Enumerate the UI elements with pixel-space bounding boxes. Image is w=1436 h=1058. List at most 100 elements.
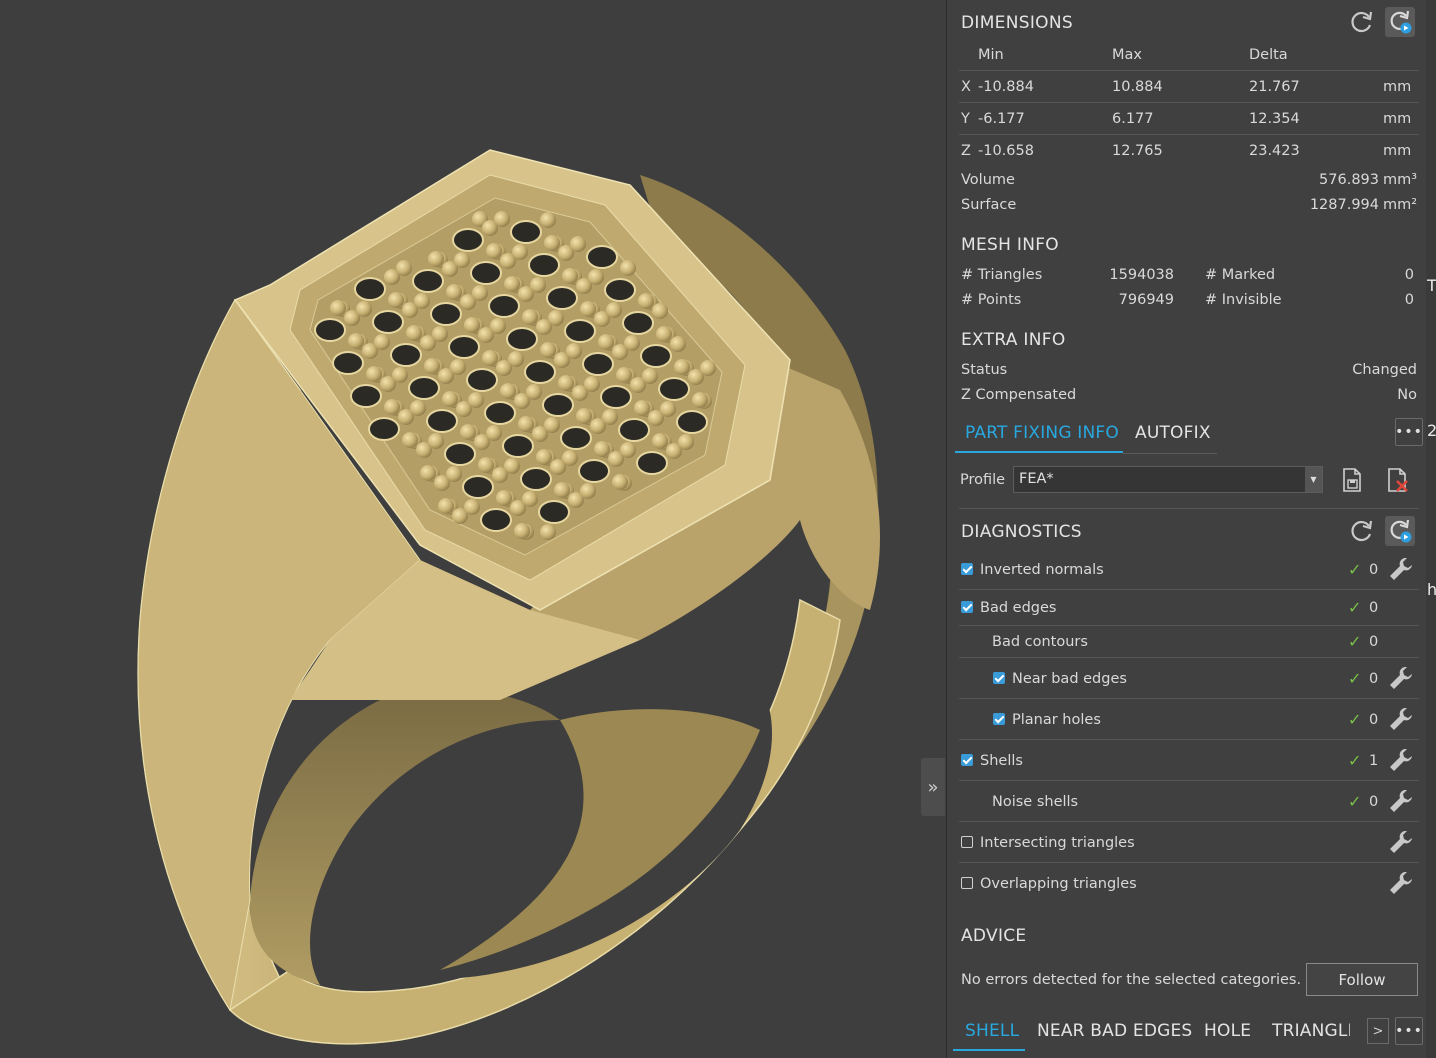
collapse-panel-button[interactable]: » xyxy=(921,758,945,816)
wrench-icon[interactable] xyxy=(1388,788,1414,814)
follow-button[interactable]: Follow xyxy=(1306,963,1418,996)
diag-label: Noise shells xyxy=(992,794,1079,810)
face-hole xyxy=(470,261,502,285)
face-bead xyxy=(554,482,570,498)
face-bead xyxy=(446,284,462,300)
face-bead xyxy=(540,212,556,228)
axis-label: Z xyxy=(961,143,971,159)
delete-profile-button[interactable] xyxy=(1383,465,1413,495)
face-hole xyxy=(622,311,654,335)
tab-autofix[interactable]: AUTOFIX xyxy=(1135,423,1211,443)
planar-holes-checkbox[interactable] xyxy=(993,713,1005,725)
save-profile-button[interactable] xyxy=(1337,465,1367,495)
delta-value: 12.354 xyxy=(1249,111,1300,127)
face-bead xyxy=(616,367,632,383)
3d-viewport[interactable] xyxy=(0,0,946,1058)
face-bead xyxy=(508,351,524,367)
triangles-label: # Triangles xyxy=(961,267,1043,283)
diag-count: 0 xyxy=(1369,634,1379,650)
wrench-icon[interactable] xyxy=(1388,747,1414,773)
face-bead xyxy=(670,336,686,352)
min-value: -10.658 xyxy=(978,143,1034,159)
diag-count: 0 xyxy=(1369,562,1379,578)
chevron-right-icon: > xyxy=(1372,1023,1384,1039)
near-bad-edges-checkbox[interactable] xyxy=(993,672,1005,684)
intersecting-triangles-checkbox[interactable] xyxy=(961,836,973,848)
volume-label: Volume xyxy=(961,172,1015,188)
diagnostics-title: DIAGNOSTICS xyxy=(961,522,1082,542)
axis-label: X xyxy=(961,79,971,95)
volume-unit: mm³ xyxy=(1383,172,1418,188)
face-hole xyxy=(524,360,556,384)
face-bead xyxy=(620,260,636,276)
wrench-icon[interactable] xyxy=(1388,706,1414,732)
auto-refresh-diagnostics-button[interactable] xyxy=(1385,516,1415,546)
shells-checkbox[interactable] xyxy=(961,754,973,766)
face-bead xyxy=(580,301,596,317)
dim-header-min: Min xyxy=(978,47,1004,63)
face-bead xyxy=(388,292,404,308)
axis-label: Y xyxy=(961,111,970,127)
wrench-icon[interactable] xyxy=(1388,556,1414,582)
face-hole xyxy=(604,278,636,302)
wrench-icon[interactable] xyxy=(1388,665,1414,691)
face-bead xyxy=(410,400,426,416)
face-bead xyxy=(486,243,502,259)
auto-refresh-dimensions-button[interactable] xyxy=(1385,7,1415,37)
min-value: -10.884 xyxy=(978,79,1034,95)
face-bead xyxy=(500,383,516,399)
face-bead xyxy=(540,342,556,358)
face-hole xyxy=(368,417,400,441)
part-info-panel: DIMENSIONS Min Max Delta X -10.884 10.88… xyxy=(946,0,1426,1058)
face-hole xyxy=(354,277,386,301)
inverted-normals-checkbox[interactable] xyxy=(961,563,973,575)
diag-count: 1 xyxy=(1369,753,1379,769)
face-hole xyxy=(600,385,632,409)
face-hole xyxy=(426,409,458,433)
face-bead xyxy=(356,301,372,317)
face-bead xyxy=(512,244,528,260)
tabs-more-button[interactable]: ••• xyxy=(1395,418,1423,446)
diag-count: 0 xyxy=(1369,794,1379,810)
face-bead xyxy=(402,432,418,448)
face-hole xyxy=(462,475,494,499)
tabs-scroll-right-button[interactable]: > xyxy=(1367,1018,1389,1044)
face-bead xyxy=(472,285,488,301)
face-hole xyxy=(538,500,570,524)
face-bead xyxy=(504,276,520,292)
face-bead xyxy=(414,293,430,309)
tab-shell[interactable]: SHELL xyxy=(965,1021,1019,1041)
face-bead xyxy=(432,326,448,342)
tab-triangle[interactable]: TRIANGLE xyxy=(1272,1021,1350,1041)
face-hole xyxy=(488,294,520,318)
triangles-value: 1594038 xyxy=(1109,267,1174,283)
check-icon: ✓ xyxy=(1348,598,1362,617)
dim-header-delta: Delta xyxy=(1249,47,1288,63)
tab-near-bad-edges[interactable]: NEAR BAD EDGES xyxy=(1037,1021,1192,1041)
face-bead xyxy=(518,416,534,432)
face-bead xyxy=(348,333,364,349)
refresh-diagnostics-button[interactable] xyxy=(1347,516,1377,546)
double-chevron-right-icon: » xyxy=(927,776,939,798)
wrench-icon[interactable] xyxy=(1388,829,1414,855)
bottom-tabs-more-button[interactable]: ••• xyxy=(1395,1017,1423,1045)
more-icon: ••• xyxy=(1395,1023,1423,1039)
refresh-dimensions-button[interactable] xyxy=(1347,7,1377,37)
face-bead xyxy=(392,367,408,383)
profile-select[interactable]: FEA* ▼ xyxy=(1013,466,1323,493)
wrench-icon[interactable] xyxy=(1388,870,1414,896)
dim-header-max: Max xyxy=(1112,47,1142,63)
face-bead xyxy=(588,269,604,285)
face-hole xyxy=(314,318,346,342)
face-bead xyxy=(544,235,560,251)
bad-edges-checkbox[interactable] xyxy=(961,601,973,613)
diag-label: Shells xyxy=(980,753,1023,769)
face-bead xyxy=(438,498,454,514)
overlapping-triangles-checkbox[interactable] xyxy=(961,877,973,889)
face-hole xyxy=(542,393,574,417)
face-bead xyxy=(490,318,506,334)
face-bead xyxy=(692,392,708,408)
tab-hole[interactable]: HOLE xyxy=(1204,1021,1251,1041)
face-bead xyxy=(642,368,658,384)
tab-part-fixing-info[interactable]: PART FIXING INFO xyxy=(965,423,1119,443)
